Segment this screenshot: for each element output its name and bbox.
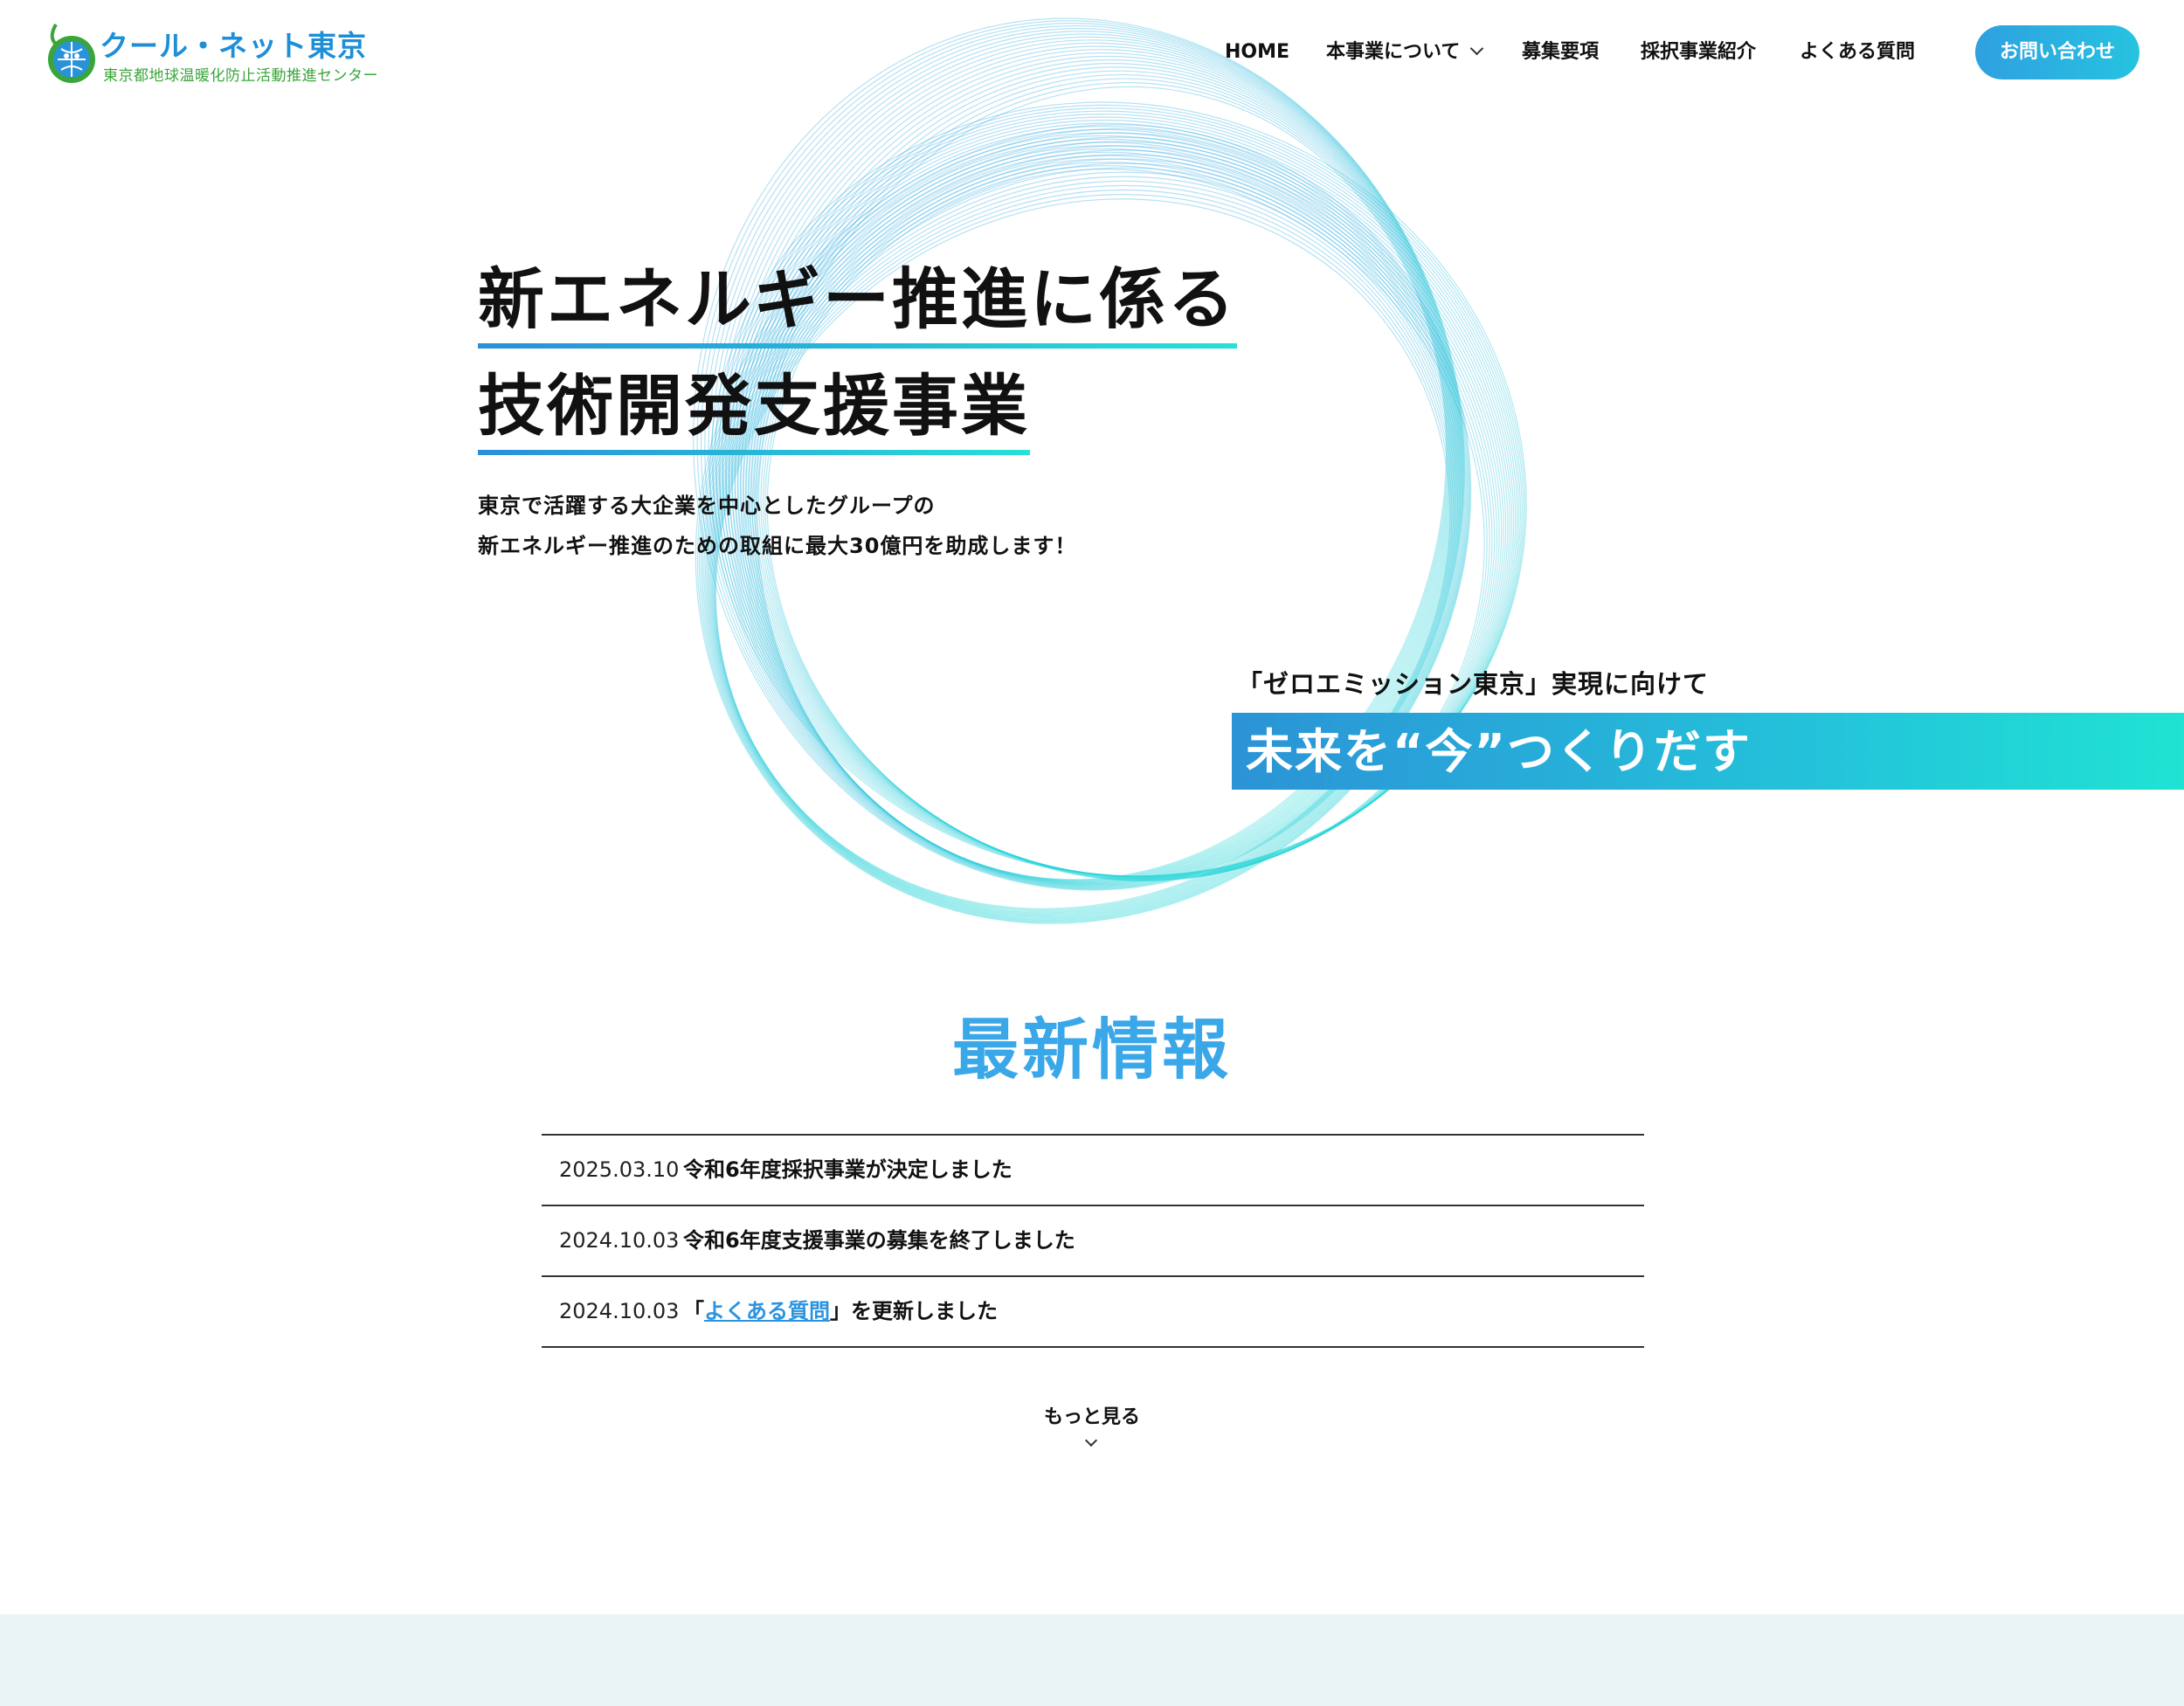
contact-button[interactable]: お問い合わせ	[1975, 25, 2139, 79]
news-text: 令和6年度採択事業が決定しました	[683, 1157, 1013, 1182]
hero-title-line-2: 技術開発支援事業	[478, 356, 1237, 462]
news-date: 2025.03.10	[559, 1157, 680, 1182]
nav-adopted-projects-label: 採択事業紹介	[1641, 41, 1757, 63]
nav-adopted-projects[interactable]: 採択事業紹介	[1641, 35, 1756, 70]
nav-about[interactable]: 本事業について	[1326, 35, 1484, 70]
tagline-text: 未来を“今”つくりだす	[1246, 724, 1752, 779]
news-item: 2024.10.03 「よくある質問」を更新しました	[542, 1277, 1644, 1348]
more-button[interactable]: もっと見る	[1005, 1401, 1179, 1429]
hero-title-line-2-text: 技術開発支援事業	[478, 356, 1030, 462]
news-date: 2024.10.03	[559, 1299, 680, 1323]
nav-guidelines[interactable]: 募集要項	[1522, 35, 1599, 70]
tagline-band: 未来を“今”つくりだす	[1232, 713, 2184, 790]
logo-subtitle: 東京都地球温暖化防止活動推進センター	[103, 67, 378, 85]
news-text: 「よくある質問」を更新しました	[683, 1277, 998, 1346]
news-text-suffix: 」を更新しました	[830, 1299, 998, 1323]
logo-title: クール・ネット東京	[100, 29, 367, 63]
nav-faq-label: よくある質問	[1800, 41, 1916, 63]
hero-description: 東京で活躍する大企業を中心としたグループの 新エネルギー推進のための取組に最大3…	[478, 486, 1076, 566]
hero-title-line-1: 新エネルギー推進に係る	[478, 249, 1237, 356]
news-section-title: 最新情報	[952, 1011, 1232, 1088]
contact-button-label: お問い合わせ	[1999, 41, 2115, 63]
site-logo[interactable]: クール・ネット東京 東京都地球温暖化防止活動推進センター	[45, 21, 378, 87]
nav-home[interactable]: HOME	[1225, 35, 1289, 70]
nav-faq[interactable]: よくある質問	[1800, 35, 1915, 70]
chevron-down-icon	[1084, 1433, 1098, 1447]
footer-section-band	[0, 1614, 2184, 1706]
news-list: 2025.03.10 令和6年度採択事業が決定しました 2024.10.03 令…	[542, 1134, 1644, 1348]
hero-title: 新エネルギー推進に係る 技術開発支援事業	[478, 249, 1237, 462]
news-date: 2024.10.03	[559, 1228, 680, 1253]
chevron-down-icon	[1470, 41, 1484, 56]
news-item[interactable]: 2025.03.10 令和6年度採択事業が決定しました	[542, 1136, 1644, 1206]
faq-link[interactable]: よくある質問	[704, 1299, 830, 1323]
news-text-prefix: 「	[683, 1299, 704, 1323]
hero-title-line-1-text: 新エネルギー推進に係る	[478, 249, 1237, 356]
nav-guidelines-label: 募集要項	[1522, 41, 1600, 63]
nav-home-label: HOME	[1225, 41, 1290, 63]
page: クール・ネット東京 東京都地球温暖化防止活動推進センター HOME 本事業につい…	[0, 0, 2184, 1706]
globe-logo-icon	[48, 24, 95, 83]
hero-description-line-2: 新エネルギー推進のための取組に最大30億円を助成します！	[478, 534, 1077, 558]
hero-description-line-1: 東京で活躍する大企業を中心としたグループの	[478, 494, 936, 518]
more-button-label: もっと見る	[1043, 1406, 1140, 1428]
nav-about-label: 本事業について	[1326, 41, 1461, 63]
news-text: 令和6年度支援事業の募集を終了しました	[683, 1228, 1075, 1253]
zero-emission-label: 「ゼロエミッション東京」実現に向けて	[1237, 669, 1710, 699]
news-item[interactable]: 2024.10.03 令和6年度支援事業の募集を終了しました	[542, 1206, 1644, 1277]
